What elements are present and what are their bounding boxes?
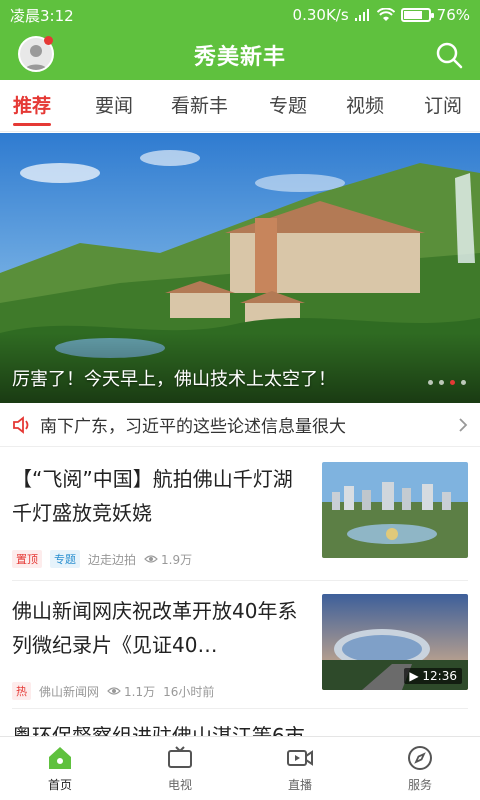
news-meta: 置顶 专题 边走边拍 1.9万 bbox=[12, 550, 192, 568]
news-meta: 热 佛山新闻网 1.1万 16小时前 bbox=[12, 682, 214, 700]
nav-home[interactable]: 首页 bbox=[0, 737, 120, 800]
news-item[interactable]: 【“飞阅”中国】航拍佛山千灯湖 千灯盛放竞妖娆 置顶 专题 边走边拍 1.9万 bbox=[12, 462, 468, 582]
duration-text: 12:36 bbox=[422, 669, 457, 683]
tab-subscribe[interactable]: 订阅 bbox=[424, 80, 462, 132]
eye-icon bbox=[144, 555, 158, 563]
app-title: 秀美新丰 bbox=[193, 45, 286, 70]
nav-live[interactable]: 直播 bbox=[240, 737, 360, 800]
view-count: 1.1万 bbox=[107, 683, 155, 700]
view-count: 1.9万 bbox=[144, 551, 192, 568]
tab-topics[interactable]: 专题 bbox=[269, 80, 307, 132]
carousel-indicators bbox=[428, 380, 466, 385]
status-time: 凌晨3:12 bbox=[10, 6, 74, 25]
video-duration: ▶ 12:36 bbox=[404, 668, 462, 684]
news-source: 边走边拍 bbox=[88, 552, 137, 567]
notification-dot bbox=[44, 36, 53, 45]
nav-tv[interactable]: 电视 bbox=[120, 737, 240, 800]
status-bar: 凌晨3:12 0.30K/s 76% bbox=[0, 0, 480, 30]
tag-topic: 专题 bbox=[50, 550, 80, 568]
list-divider bbox=[12, 580, 468, 581]
views-value: 1.1万 bbox=[124, 684, 156, 699]
list-divider bbox=[12, 708, 468, 709]
tab-xinfeng[interactable]: 看新丰 bbox=[171, 80, 228, 132]
nav-services[interactable]: 服务 bbox=[360, 737, 480, 800]
tv-icon bbox=[168, 746, 192, 768]
tag-hot: 热 bbox=[12, 682, 31, 700]
tab-video[interactable]: 视频 bbox=[346, 80, 384, 132]
news-time: 16小时前 bbox=[163, 684, 215, 699]
bottom-navigation: 首页 电视 直播 服务 bbox=[0, 736, 480, 800]
wifi-icon bbox=[376, 8, 395, 21]
carousel-dot[interactable] bbox=[461, 380, 466, 385]
news-video-thumbnail: ▶ 12:36 bbox=[322, 594, 468, 690]
news-title: 【“飞阅”中国】航拍佛山千灯湖 千灯盛放竞妖娆 bbox=[12, 467, 293, 525]
views-value: 1.9万 bbox=[161, 552, 193, 567]
app-header: 秀美新丰 bbox=[0, 30, 480, 80]
tag-pinned: 置顶 bbox=[12, 550, 42, 568]
headline-ticker[interactable]: 南下广东，习近平的这些论述信息量很大 bbox=[0, 403, 480, 447]
tab-headlines[interactable]: 要闻 bbox=[95, 80, 133, 132]
status-indicators: 0.30K/s 76% bbox=[293, 6, 470, 24]
nav-label: 直播 bbox=[287, 778, 312, 792]
carousel-dot-active[interactable] bbox=[450, 380, 455, 385]
carousel-dot[interactable] bbox=[439, 380, 444, 385]
play-icon: ▶ bbox=[409, 669, 419, 683]
category-tabs: 推荐 要闻 看新丰 专题 视频 订阅 bbox=[0, 80, 480, 132]
carousel-dot[interactable] bbox=[428, 380, 433, 385]
signal-icon bbox=[354, 9, 369, 21]
compass-icon bbox=[408, 746, 432, 770]
nav-label: 服务 bbox=[407, 778, 432, 792]
home-icon bbox=[49, 747, 71, 769]
battery-percent: 76% bbox=[436, 6, 470, 24]
nav-label: 电视 bbox=[167, 778, 192, 792]
chevron-right-icon bbox=[459, 417, 468, 432]
news-item[interactable]: 佛山新闻网庆祝改革开放40年系列微纪录片《见证40… 热 佛山新闻网 1.1万 … bbox=[12, 594, 468, 714]
speaker-icon bbox=[13, 415, 29, 434]
news-source: 佛山新闻网 bbox=[39, 684, 100, 699]
battery-icon bbox=[400, 8, 434, 22]
network-speed: 0.30K/s bbox=[292, 6, 349, 24]
banner-carousel[interactable]: 厉害了！今天早上，佛山技术上太空了！ bbox=[0, 133, 480, 403]
news-thumbnail bbox=[322, 462, 468, 558]
eye-icon bbox=[107, 687, 121, 695]
live-video-icon bbox=[287, 750, 313, 766]
search-icon[interactable] bbox=[434, 40, 464, 70]
ticker-text: 南下广东，习近平的这些论述信息量很大 bbox=[40, 417, 346, 437]
news-title: 佛山新闻网庆祝改革开放40年系列微纪录片《见证40… bbox=[12, 599, 298, 657]
tab-recommend[interactable]: 推荐 bbox=[13, 80, 52, 132]
banner-caption: 厉害了！今天早上，佛山技术上太空了！ bbox=[12, 369, 336, 390]
nav-label: 首页 bbox=[47, 778, 72, 792]
